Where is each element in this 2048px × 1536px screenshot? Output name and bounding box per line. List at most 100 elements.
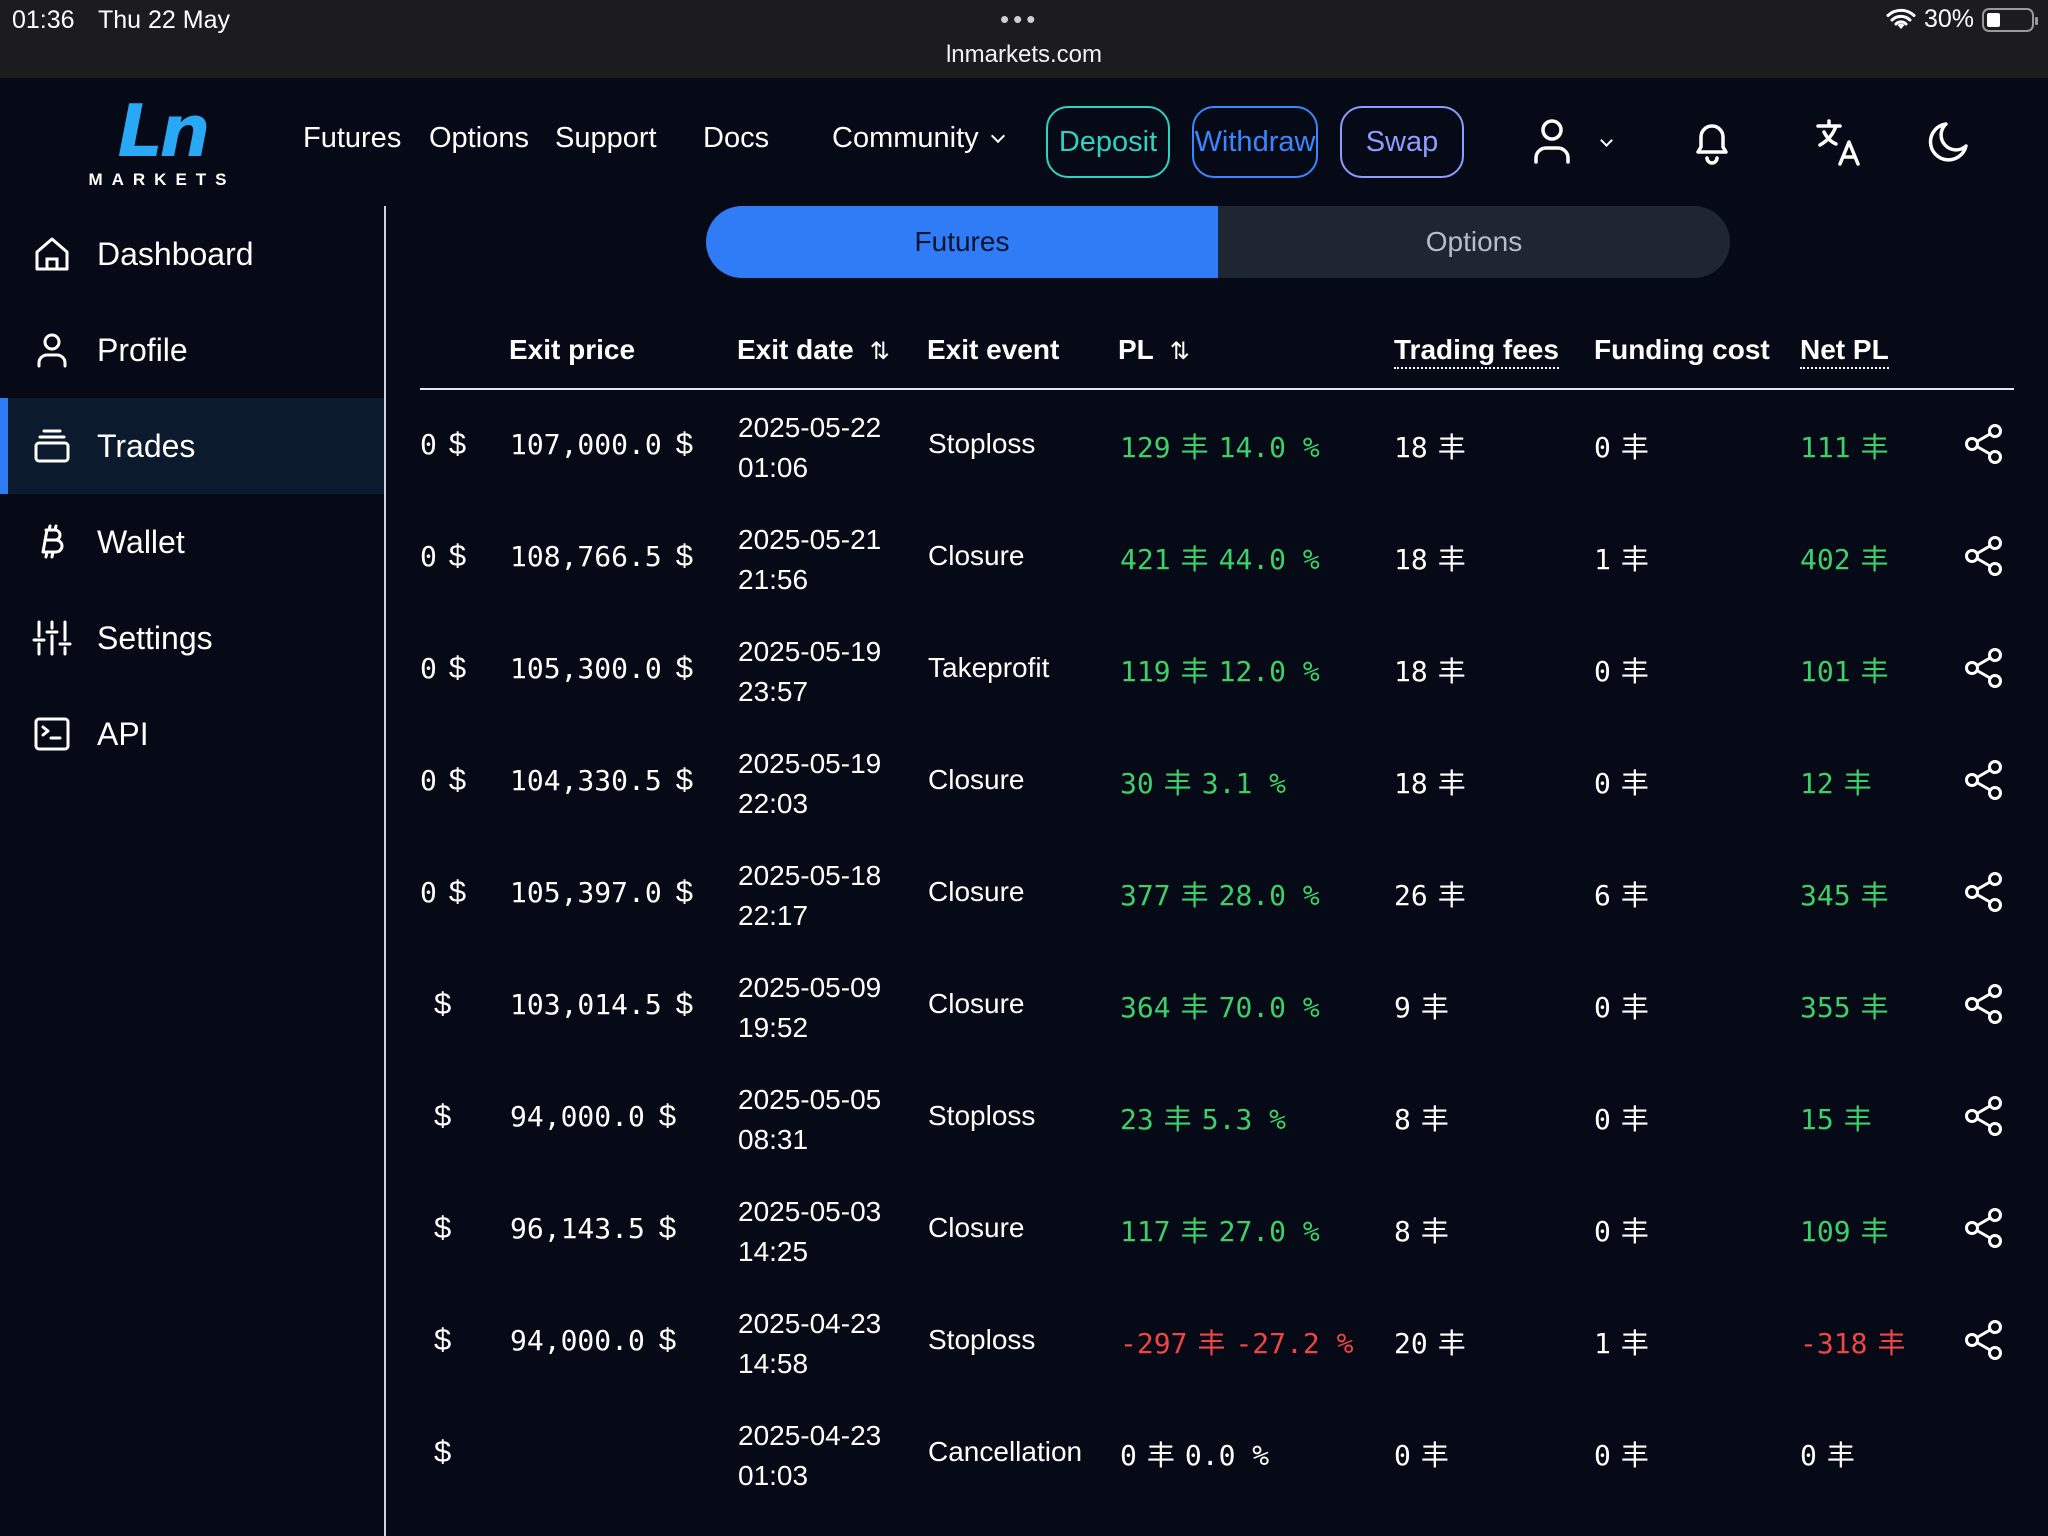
net-pl-cell: -318 丰 [1800,1322,1915,1362]
exit-date-cell: 2025-05-09 19:52 [738,972,882,1043]
share-icon[interactable] [1962,646,2006,690]
account-menu[interactable] [1526,114,1616,170]
satoshi-icon: 丰 [1620,879,1649,912]
satoshi-icon: 丰 [1437,879,1466,912]
share-icon[interactable] [1962,1206,2006,1250]
address-bar-url[interactable]: lnmarkets.com [0,41,2048,69]
satoshi-icon: 丰 [1420,991,1449,1024]
funding-cost-cell: 0丰 [1594,986,1659,1026]
sliders-icon [32,620,72,656]
trading-fees-cell: 9丰 [1394,986,1459,1026]
quantity-cell: $ [434,1098,451,1134]
header-exit-date[interactable]: Exit date ⇅ [737,334,890,366]
exit-price-value: 108,766.5 [510,540,662,573]
pl-value: 0 [1120,1439,1137,1472]
share-icon[interactable] [1962,1318,2006,1362]
trading-fees-cell: 26 丰 [1394,874,1476,914]
usd-symbol: $ [448,538,467,573]
exit-event-cell: Closure [928,876,1025,907]
quantity-cell: 0 $ [420,538,466,574]
net-pl-value: 345 [1800,879,1851,912]
header-exit-event: Exit event [927,334,1060,365]
funding-cost-cell: 0丰 [1594,762,1659,802]
user-icon [37,333,67,368]
exit-date-cell: 2025-05-05 08:31 [738,1084,882,1155]
nav-futures[interactable]: Futures [303,122,401,155]
net-pl-value: 111 [1800,431,1851,464]
satoshi-icon: 丰 [1420,1103,1449,1136]
table-row: $94,000.0 $2025-04-23 14:58 Stoploss -297 丰 -… [420,1288,2014,1400]
share-icon[interactable] [1962,1094,2006,1138]
futures-options-toggle: Futures Options [706,206,1730,278]
usd-symbol: $ [448,426,467,461]
swap-button[interactable]: Swap [1340,106,1464,178]
ln-markets-logo[interactable]: Ln MARKETS [82,95,242,190]
satoshi-icon: 丰 [1877,1327,1906,1360]
quantity-value: 0 [420,876,437,909]
deposit-button[interactable]: Deposit [1046,106,1170,178]
sort-icon[interactable]: ⇅ [870,337,890,366]
satoshi-icon: 丰 [1437,543,1466,576]
trading-fees-cell: 18 丰 [1394,762,1476,802]
sidebar-item-dashboard[interactable]: Dashboard [0,206,384,302]
usd-symbol: $ [434,1098,452,1133]
satoshi-icon: 丰 [1437,431,1466,464]
funding-cost-value: 0 [1594,655,1611,688]
percent-symbol: % [1252,1103,1287,1136]
nav-options[interactable]: Options [429,122,529,155]
quantity-cell: $ [434,1210,451,1246]
satoshi-icon: 丰 [1860,543,1889,576]
pl-percent-value: 70.0 [1218,991,1287,1024]
sidebar-item-wallet[interactable]: Wallet [0,494,384,590]
status-right: 30% [1886,5,2038,34]
sidebar-item-settings[interactable]: Settings [0,590,384,686]
net-pl-value: 355 [1800,991,1851,1024]
battery-percent: 30% [1923,5,1974,33]
sidebar-item-profile[interactable]: Profile [0,302,384,398]
header-pl[interactable]: PL ⇅ [1118,334,1190,366]
tab-options[interactable]: Options [1218,206,1730,278]
exit-event-cell: Takeprofit [928,652,1050,683]
sidebar-item-label: Settings [97,619,213,656]
table-row: $103,014.5 $2025-05-09 19:52 Closure 364 丰 70… [420,952,2014,1064]
usd-symbol: $ [434,1210,452,1245]
net-pl-cell: 111 丰 [1800,426,1899,466]
sort-icon[interactable]: ⇅ [1170,337,1190,366]
net-pl-value: 0 [1800,1439,1817,1472]
share-icon[interactable] [1962,422,2006,466]
share-icon[interactable] [1962,758,2006,802]
satoshi-icon: 丰 [1180,1215,1209,1248]
nav-docs[interactable]: Docs [703,122,769,155]
share-icon[interactable] [1962,870,2006,914]
tab-futures[interactable]: Futures [706,206,1218,278]
bell-icon[interactable] [1684,114,1740,170]
status-time: 01:36 [12,6,75,34]
header-pl-label: PL [1118,334,1154,365]
exit-price-cell: 103,014.5 $ [510,986,693,1022]
sidebar-item-api[interactable]: API [0,686,384,782]
nav-community[interactable]: Community [832,122,1005,155]
exit-date-cell: 2025-05-19 23:57 [738,636,882,707]
more-dots-icon[interactable]: ••• [1000,4,1039,35]
share-icon[interactable] [1962,534,2006,578]
moon-icon[interactable] [1920,114,1976,170]
pl-cell: 30 丰 3.1 % [1120,762,1286,802]
funding-cost-cell: 6丰 [1594,874,1659,914]
satoshi-icon: 丰 [1620,543,1649,576]
share-icon[interactable] [1962,982,2006,1026]
status-bar: 01:36 Thu 22 May ••• lnmarkets.com 30% [0,0,2048,78]
nav-support[interactable]: Support [555,122,657,155]
chevron-down-icon [1600,134,1613,147]
satoshi-icon: 丰 [1843,767,1872,800]
satoshi-icon: 丰 [1197,1327,1226,1360]
pl-percent-value: 12.0 [1218,655,1287,688]
quantity-cell: 0 $ [420,426,466,462]
withdraw-button[interactable]: Withdraw [1192,106,1318,178]
trading-fees-value: 9 [1394,991,1411,1024]
translate-icon[interactable] [1812,114,1868,170]
usd-symbol: $ [675,538,693,573]
net-pl-cell: 355 丰 [1800,986,1899,1026]
sidebar-item-trades[interactable]: Trades [0,398,384,494]
sidebar-item-label: Trades [97,427,196,464]
pl-value: 119 [1120,655,1171,688]
